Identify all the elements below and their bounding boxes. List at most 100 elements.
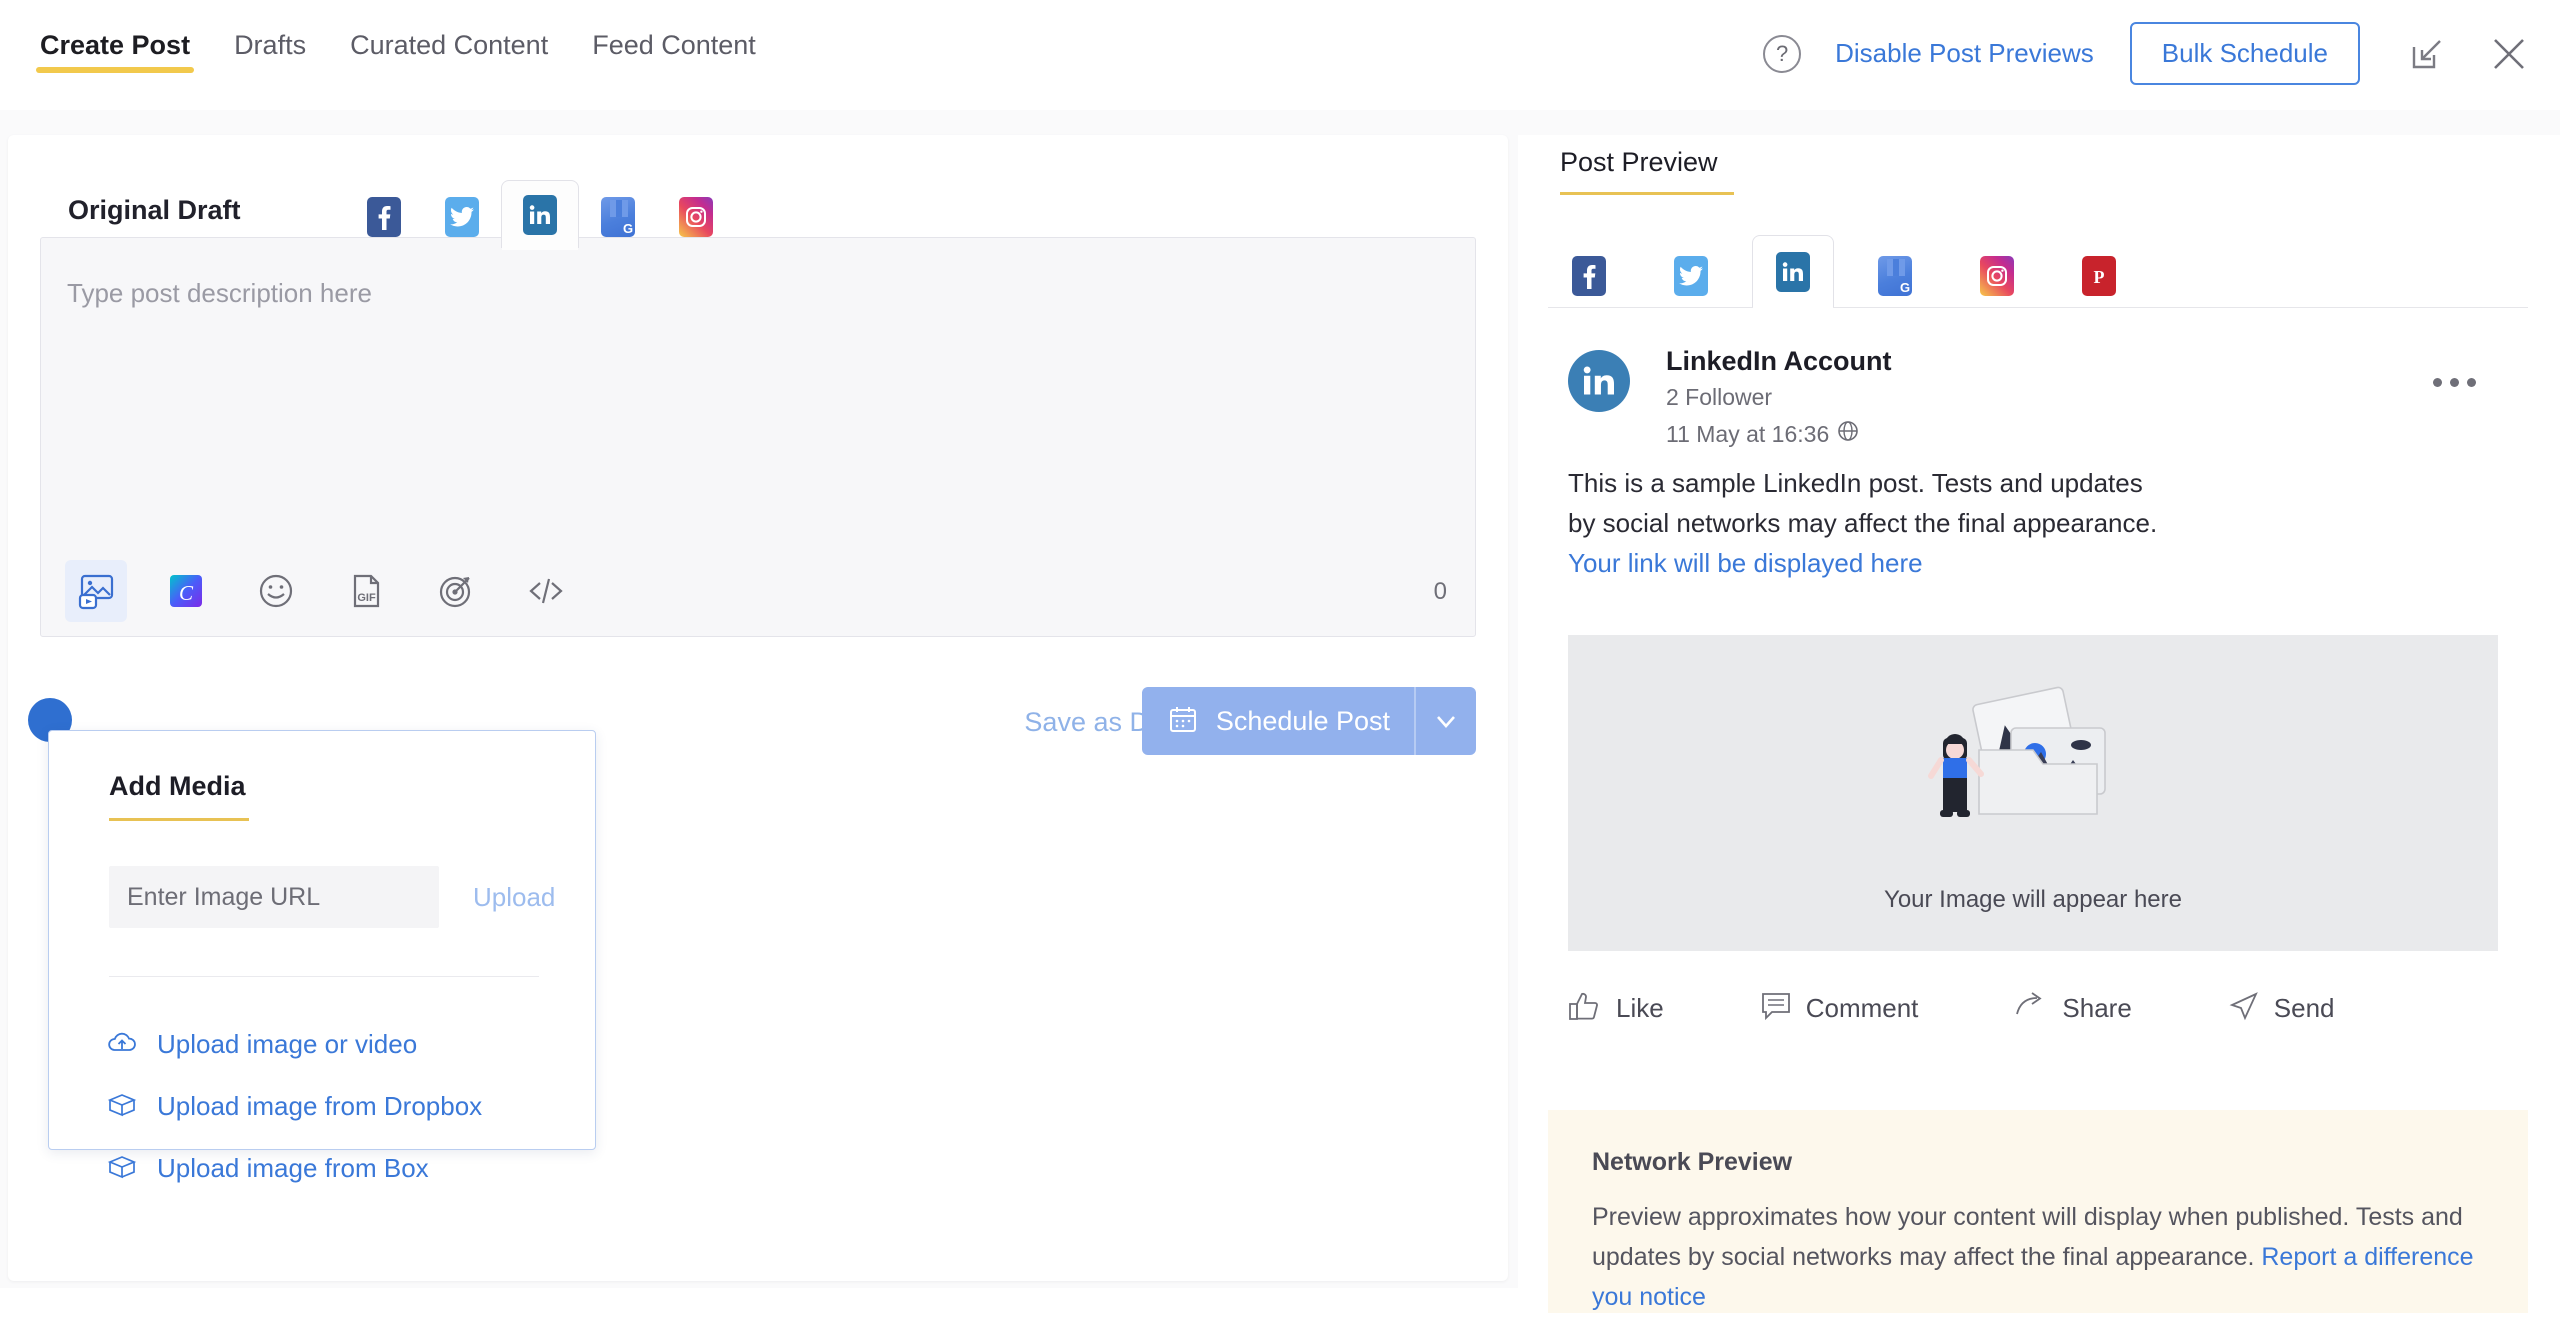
disable-post-previews-button[interactable]: Disable Post Previews [1835,38,2094,69]
more-options-icon[interactable] [2433,378,2476,387]
preview-tab-linkedin[interactable] [1752,235,1834,307]
preview-post-actions: Like Comment Share Send [1568,990,2498,1027]
upload-from-box-label: Upload image from Box [157,1153,429,1184]
comment-button[interactable]: Comment [1760,991,1919,1026]
preview-tab-facebook[interactable] [1548,245,1630,307]
post-preview-title-underline [1560,192,1734,195]
tab-feed-content[interactable]: Feed Content [570,30,778,83]
image-url-input[interactable] [109,866,439,928]
svg-text:G: G [623,221,633,236]
comment-icon [1760,991,1792,1026]
post-preview-title-wrap: Post Preview [1560,147,1734,195]
svg-text:P: P [2094,267,2105,287]
add-media-icon[interactable] [65,560,127,622]
preview-tab-instagram[interactable] [1956,245,2038,307]
twitter-icon [445,197,479,237]
main-nav-tabs: Create Post Drafts Curated Content Feed … [0,0,778,83]
tab-create-post-label: Create Post [40,30,190,60]
box-icon [107,1091,137,1122]
preview-post-header: LinkedIn Account 2 Follower 11 May at 16… [1568,350,2498,430]
schedule-post-label: Schedule Post [1216,706,1390,737]
page-body: Original Draft [0,110,2560,1288]
upload-image-or-video-option[interactable]: Upload image or video [107,1013,547,1075]
upload-button[interactable]: Upload [473,882,555,913]
thumbs-up-icon [1568,990,1602,1027]
network-preview-notice: Network Preview Preview approximates how… [1548,1110,2528,1313]
post-body-text: This is a sample LinkedIn post. Tests an… [1568,468,2157,538]
target-icon[interactable] [425,560,487,622]
calendar-icon [1168,704,1198,739]
character-count: 0 [1434,578,1447,606]
avatar [1568,350,1630,412]
instagram-icon [1980,256,2014,296]
minimize-window-icon[interactable] [2406,33,2448,75]
post-follower-count: 2 Follower [1666,384,1772,411]
bulk-schedule-button[interactable]: Bulk Schedule [2130,22,2360,85]
post-link-text[interactable]: Your link will be displayed here [1568,548,1923,578]
network-preview-title: Network Preview [1592,1148,2484,1177]
preview-tab-twitter[interactable] [1650,245,1732,307]
post-timestamp-row: 11 May at 16:36 [1666,420,1859,448]
upload-image-or-video-label: Upload image or video [157,1029,417,1060]
pinterest-icon: P [2082,256,2116,296]
cloud-upload-icon [107,1029,137,1060]
add-media-popup: Add Media Upload Upload image or video [48,730,596,1150]
tab-drafts-label: Drafts [234,30,306,60]
divider [109,976,539,977]
facebook-icon [367,197,401,237]
box-icon [107,1153,137,1184]
tab-curated-content[interactable]: Curated Content [328,30,570,83]
globe-icon [1837,420,1859,448]
svg-text:C: C [179,581,194,605]
schedule-post-button[interactable]: Schedule Post [1142,687,1476,755]
post-compose-area[interactable]: Type post description here C [40,237,1476,637]
preview-tab-pinterest[interactable]: P [2058,245,2140,307]
like-label: Like [1616,993,1664,1024]
compose-placeholder: Type post description here [67,278,372,309]
send-label: Send [2274,993,2335,1024]
share-button[interactable]: Share [2014,992,2131,1025]
like-button[interactable]: Like [1568,990,1664,1027]
google-business-icon: G [601,197,635,237]
twitter-icon [1674,256,1708,296]
chevron-down-icon[interactable] [1414,687,1476,755]
linkedin-icon [1776,252,1810,292]
emoji-icon[interactable] [245,560,307,622]
preview-tab-google-business[interactable]: G [1854,245,1936,307]
upload-from-dropbox-label: Upload image from Dropbox [157,1091,482,1122]
add-media-url-row: Upload [109,866,539,928]
add-media-title-underline [109,818,249,821]
gif-icon[interactable]: GIF [335,560,397,622]
tab-drafts[interactable]: Drafts [212,30,328,83]
comment-label: Comment [1806,993,1919,1024]
editor-tab-linkedin[interactable] [501,180,579,248]
tab-feed-content-label: Feed Content [592,30,756,60]
send-button[interactable]: Send [2228,991,2335,1026]
post-preview-title: Post Preview [1560,147,1734,178]
svg-text:GIF: GIF [357,592,376,604]
schedule-post-main[interactable]: Schedule Post [1142,704,1414,739]
upload-from-box-option[interactable]: Upload image from Box [107,1137,547,1199]
linkedin-icon [523,195,557,235]
tab-create-post[interactable]: Create Post [18,30,212,83]
post-image-placeholder: Your Image will appear here [1568,635,2498,951]
post-preview-panel: Post Preview G [1518,135,2560,1288]
share-label: Share [2062,993,2131,1024]
share-arrow-icon [2014,992,2048,1025]
post-image-caption: Your Image will appear here [1884,886,2182,914]
network-preview-text-wrap: Preview approximates how your content wi… [1592,1197,2484,1317]
post-editor-card: Original Draft [8,135,1508,1281]
code-icon[interactable] [515,560,577,622]
header-actions: ? Disable Post Previews Bulk Schedule [1763,22,2530,85]
question-mark-icon[interactable]: ? [1763,35,1801,73]
preview-network-tabs: G P [1548,230,2528,308]
close-icon[interactable] [2488,33,2530,75]
add-media-title: Add Media [109,771,249,802]
upload-from-dropbox-option[interactable]: Upload image from Dropbox [107,1075,547,1137]
image-placeholder-illustration [1883,672,2183,872]
compose-toolbar: C GIF [41,546,1475,636]
post-timestamp: 11 May at 16:36 [1666,421,1829,448]
canva-icon[interactable]: C [155,560,217,622]
facebook-icon [1572,256,1606,296]
post-author-name: LinkedIn Account [1666,346,1892,377]
